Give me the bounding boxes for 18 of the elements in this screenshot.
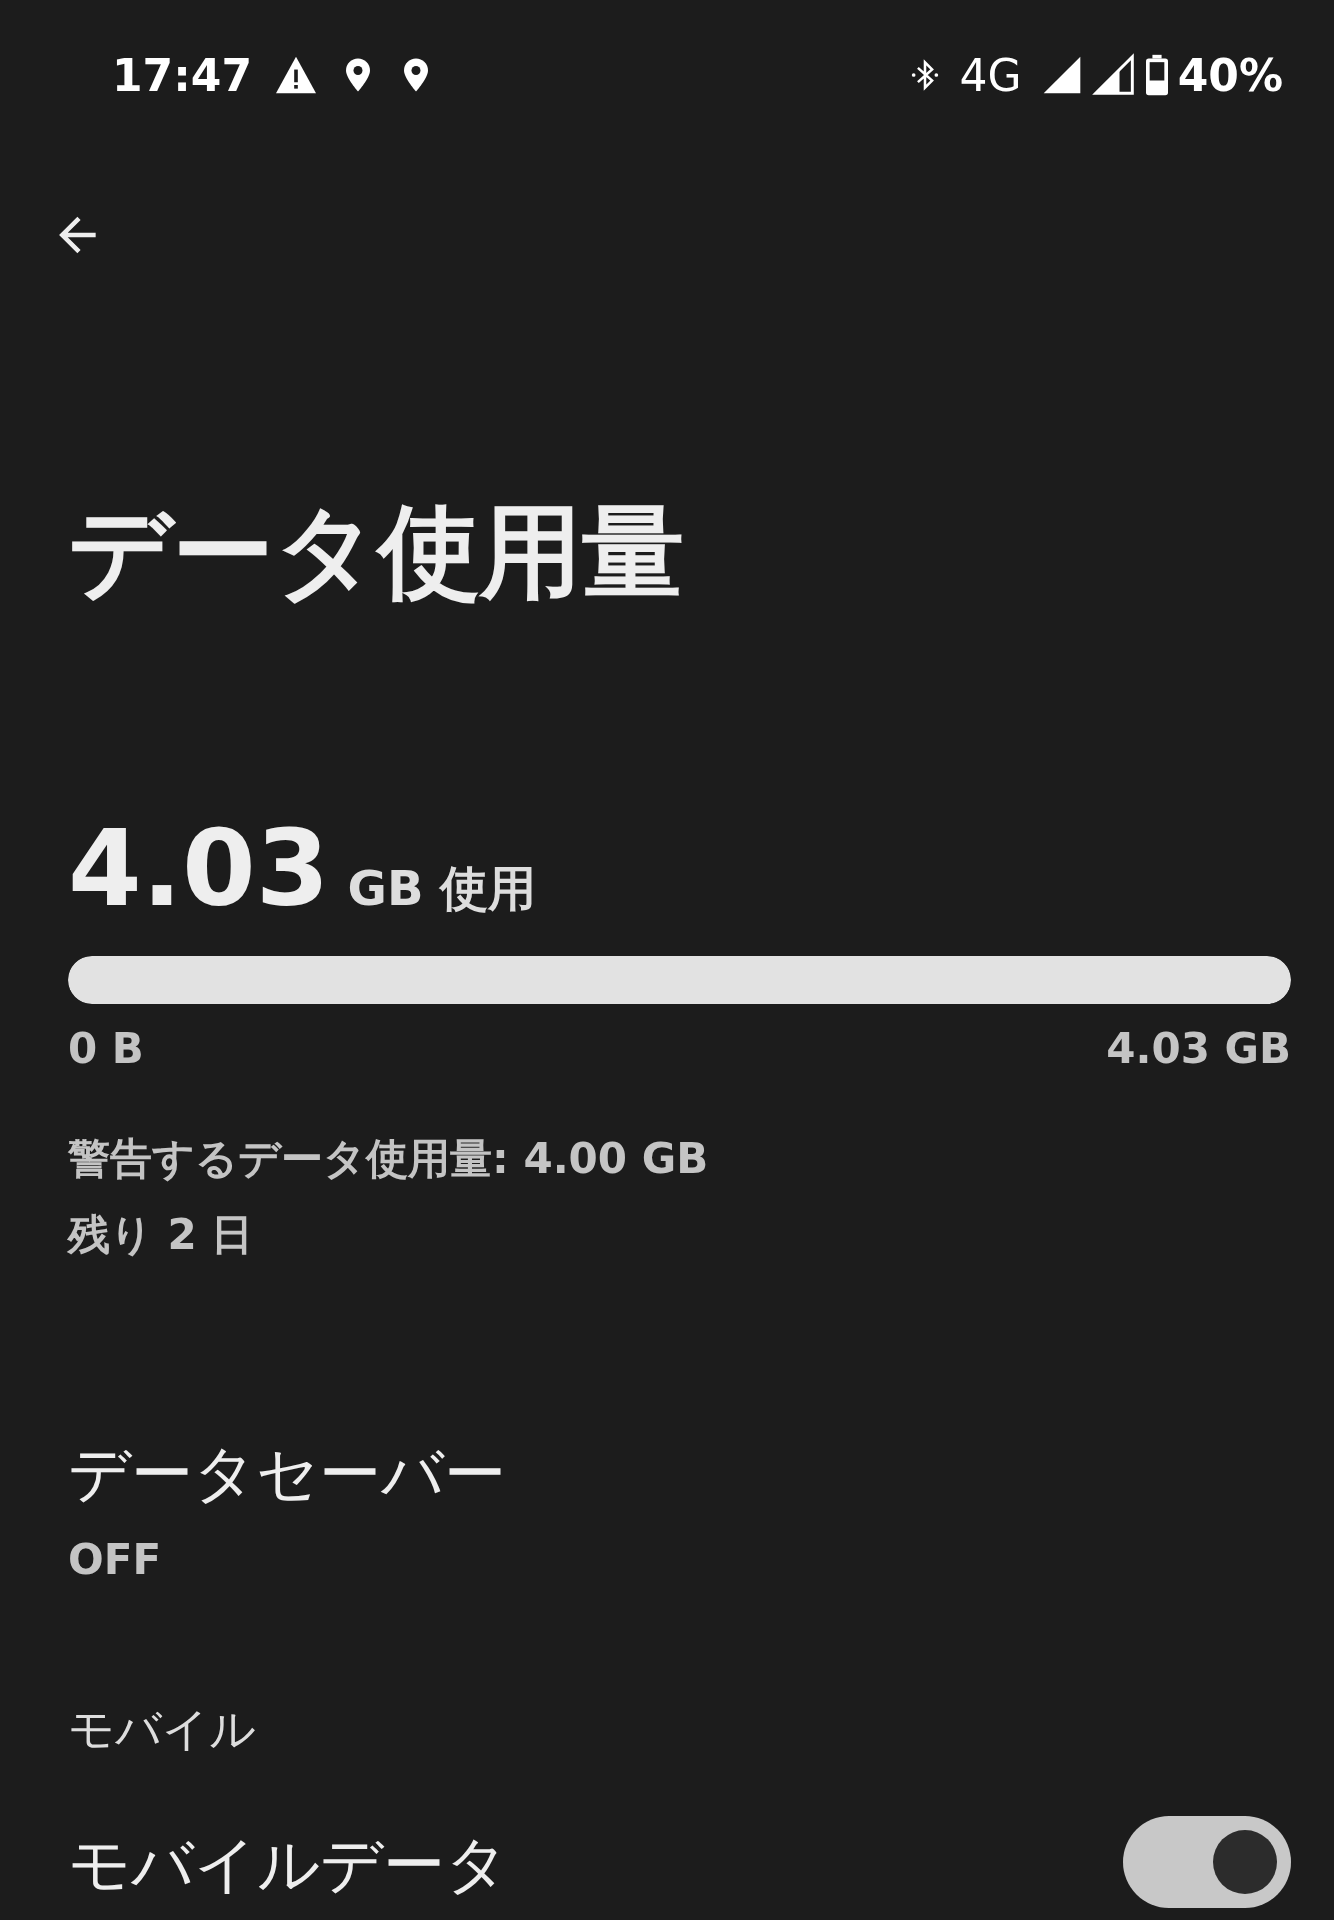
setting-summary: OFF <box>68 1535 163 1584</box>
page-title: データ使用量 <box>68 491 685 613</box>
network-type: 4G <box>959 49 1022 101</box>
usage-unit: GB 使用 <box>347 859 537 918</box>
data-saver-item[interactable]: データセーバー OFF <box>68 1429 1291 1584</box>
warning-limit-text: 警告するデータ使用量: 4.00 GB <box>68 1133 710 1185</box>
range-max-label: 4.03 GB <box>1106 1024 1291 1073</box>
signal-icon <box>1091 53 1136 97</box>
usage-amount: 4.03 <box>68 807 330 930</box>
range-min-label: 0 B <box>68 1024 144 1073</box>
days-remaining-text: 残り 2 日 <box>68 1209 255 1261</box>
section-header: モバイル <box>68 1701 257 1758</box>
battery-icon <box>1143 53 1170 97</box>
warning-icon <box>274 55 319 95</box>
battery-percent: 40% <box>1177 49 1283 101</box>
setting-title: モバイルデータ <box>68 1830 508 1900</box>
clock: 17:47 <box>112 49 253 101</box>
setting-title: データセーバー <box>68 1436 507 1512</box>
